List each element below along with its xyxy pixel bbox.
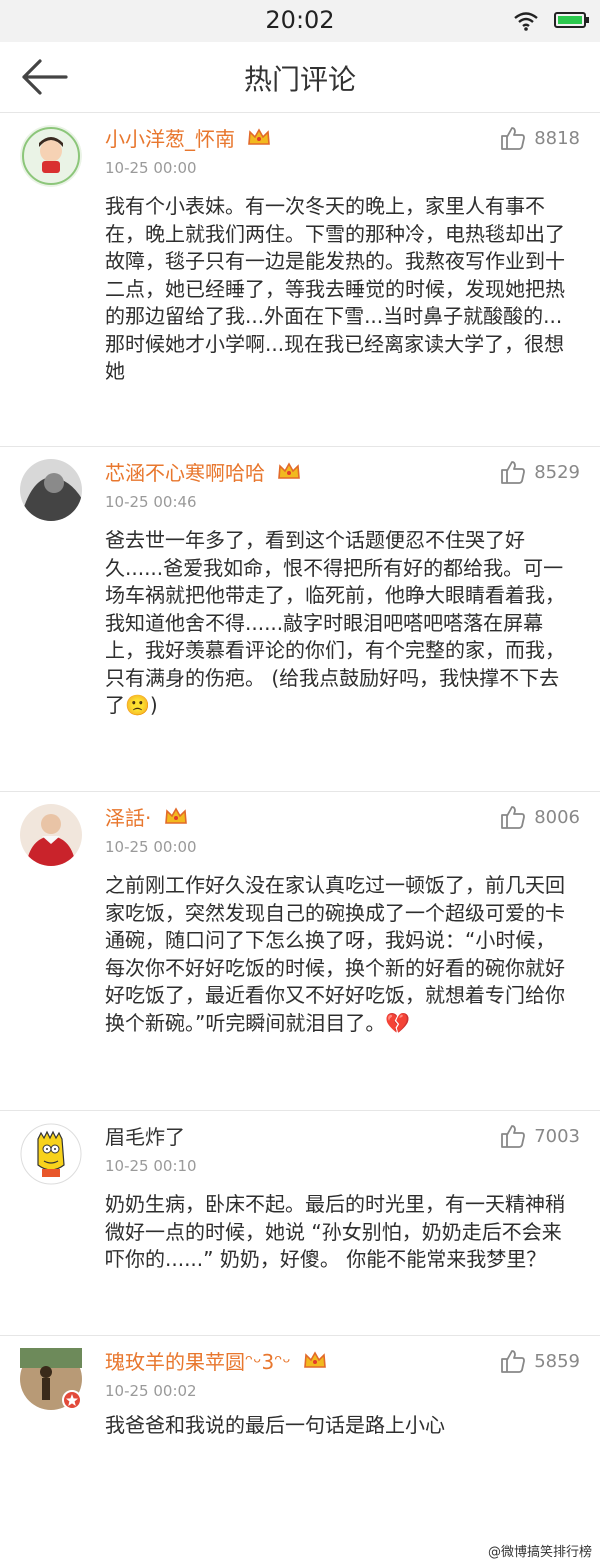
thumbs-up-icon bbox=[501, 806, 526, 829]
thumbs-up-icon bbox=[501, 461, 526, 484]
comment-item: 瑰玫羊的果苹圆ᵔᵕ3ᵔᵕ 10-25 00:02 5859 我爸爸和我说的最后一… bbox=[0, 1336, 600, 1476]
username[interactable]: 眉毛炸了 bbox=[105, 1125, 185, 1149]
comment-text: 之前刚工作好久没在家认真吃过一顿饭了，前几天回家吃饭，突然发现自己的碗换成了一个… bbox=[105, 873, 565, 1035]
wifi-icon bbox=[514, 12, 538, 31]
thumbs-up-icon bbox=[501, 127, 526, 150]
like-count: 5859 bbox=[534, 1350, 580, 1372]
like-count: 8006 bbox=[534, 806, 580, 828]
username[interactable]: 泽話· bbox=[105, 806, 151, 830]
username[interactable]: 芯涵不心寒啊哈哈 bbox=[105, 461, 265, 485]
comment-text: 奶奶生病，卧床不起。最后的时光里，有一天精神稍微好一点的时候，她说 “孙女别怕，… bbox=[105, 1192, 565, 1271]
like-count: 7003 bbox=[534, 1125, 580, 1147]
vip-crown-icon bbox=[278, 462, 301, 479]
comment-item: 泽話· 10-25 00:00 8006 之前刚工作好久没在家认真吃过一顿饭了，… bbox=[0, 792, 600, 1111]
comment-item: 小小洋葱_怀南 10-25 00:00 8818 我有个小表妹。有一次冬天的晚上… bbox=[0, 113, 600, 447]
avatar[interactable] bbox=[20, 804, 82, 866]
avatar[interactable] bbox=[20, 1123, 82, 1185]
like-button[interactable]: 8529 bbox=[500, 459, 580, 485]
like-count: 8818 bbox=[534, 127, 580, 149]
status-bar: 20:02 bbox=[0, 0, 600, 42]
vip-crown-icon bbox=[164, 807, 187, 824]
vip-crown-icon bbox=[304, 1351, 327, 1368]
status-time: 20:02 bbox=[265, 6, 335, 34]
page-title: 热门评论 bbox=[243, 63, 356, 96]
watermark: @微博搞笑排行榜 bbox=[487, 1545, 592, 1560]
like-button[interactable]: 8006 bbox=[500, 804, 580, 830]
comment-time: 10-25 00:46 bbox=[105, 493, 197, 511]
comment-time: 10-25 00:10 bbox=[105, 1157, 197, 1175]
thumbs-up-icon bbox=[501, 1125, 526, 1148]
comment-time: 10-25 00:02 bbox=[105, 1382, 197, 1400]
battery-icon bbox=[554, 12, 589, 28]
avatar[interactable] bbox=[20, 125, 82, 187]
like-button[interactable]: 5859 bbox=[500, 1348, 580, 1374]
comment-text: 我爸爸和我说的最后一句话是路上小心 bbox=[105, 1413, 445, 1437]
like-button[interactable]: 7003 bbox=[500, 1123, 580, 1149]
avatar[interactable] bbox=[20, 459, 82, 521]
username[interactable]: 瑰玫羊的果苹圆ᵔᵕ3ᵔᵕ bbox=[105, 1350, 291, 1374]
comment-time: 10-25 00:00 bbox=[105, 838, 197, 856]
comment-text: 我有个小表妹。有一次冬天的晚上，家里人有事不在，晚上就我们两住。下雪的那种冷，电… bbox=[105, 194, 565, 383]
username[interactable]: 小小洋葱_怀南 bbox=[105, 127, 235, 151]
thumbs-up-icon bbox=[501, 1350, 526, 1373]
avatar[interactable] bbox=[20, 1348, 82, 1410]
nav-bar: 热门评论 bbox=[0, 42, 600, 113]
vip-crown-icon bbox=[248, 128, 271, 145]
like-button[interactable]: 8818 bbox=[500, 125, 580, 151]
comment-item: 眉毛炸了 10-25 00:10 7003 奶奶生病，卧床不起。最后的时光里，有… bbox=[0, 1111, 600, 1336]
comment-time: 10-25 00:00 bbox=[105, 159, 197, 177]
like-count: 8529 bbox=[534, 461, 580, 483]
comment-item: 芯涵不心寒啊哈哈 10-25 00:46 8529 爸去世一年多了，看到这个话题… bbox=[0, 447, 600, 792]
comment-text: 爸去世一年多了，看到这个话题便忍不住哭了好久......爸爱我如命，恨不得把所有… bbox=[105, 528, 565, 717]
